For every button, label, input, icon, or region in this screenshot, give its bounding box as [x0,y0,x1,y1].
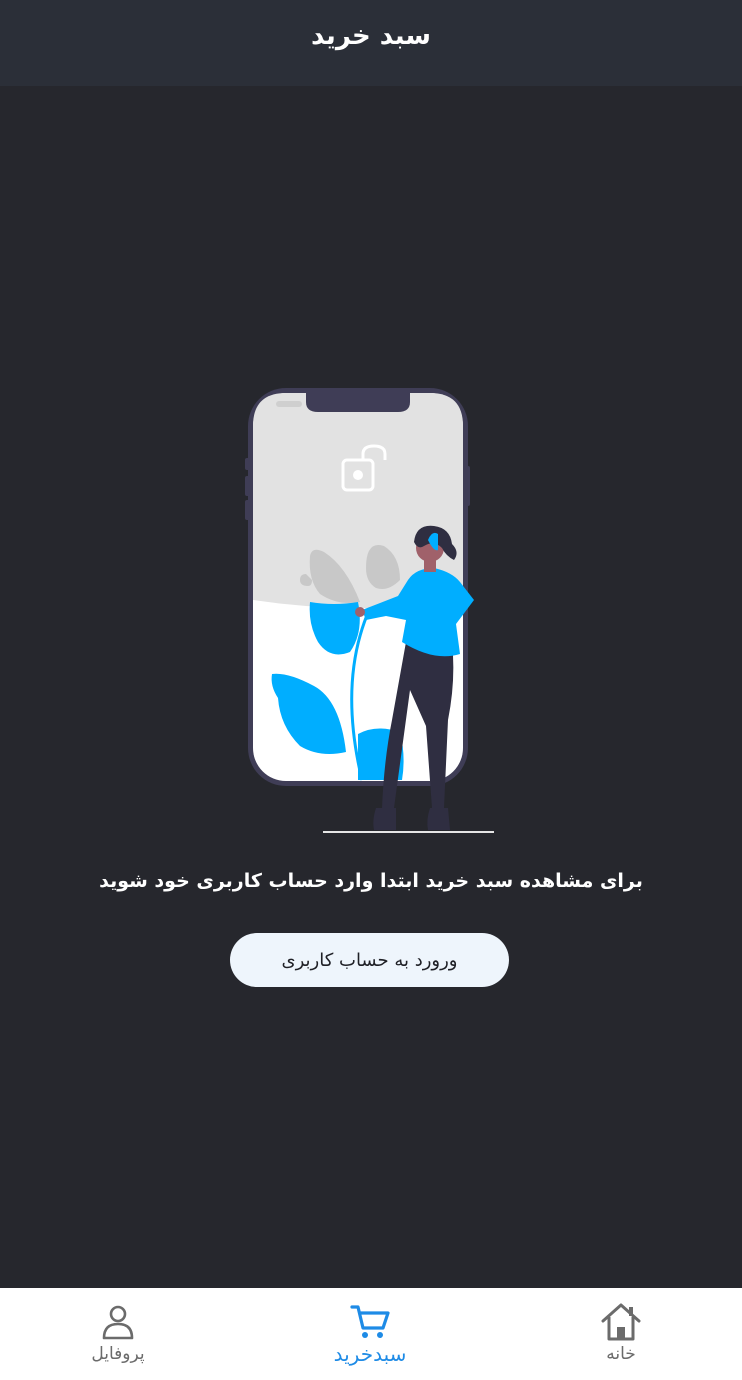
page-title: سبد خرید [311,21,431,51]
nav-item-cart[interactable]: سبدخرید [290,1288,450,1380]
nav-item-home[interactable]: خانه [541,1288,701,1380]
bottom-navigation: پروفایل سبدخرید خانه [0,1288,742,1380]
cart-icon [350,1305,390,1338]
nav-item-profile[interactable]: پروفایل [38,1288,198,1380]
nav-label-cart: سبدخرید [333,1342,407,1366]
nav-label-profile: پروفایل [91,1344,145,1364]
app-screen: سبد خرید برای مشاهده سبد خرید ابتدا وارد… [0,0,742,1380]
login-required-message: برای مشاهده سبد خرید ابتدا وارد حساب کار… [99,870,643,892]
home-icon [601,1303,641,1341]
nav-label-home: خانه [606,1344,636,1364]
user-icon [102,1305,134,1340]
top-app-bar: سبد خرید [0,0,742,86]
login-button[interactable]: ورورد به حساب کاربری [230,933,509,987]
locked-phone-illustration [245,388,494,833]
